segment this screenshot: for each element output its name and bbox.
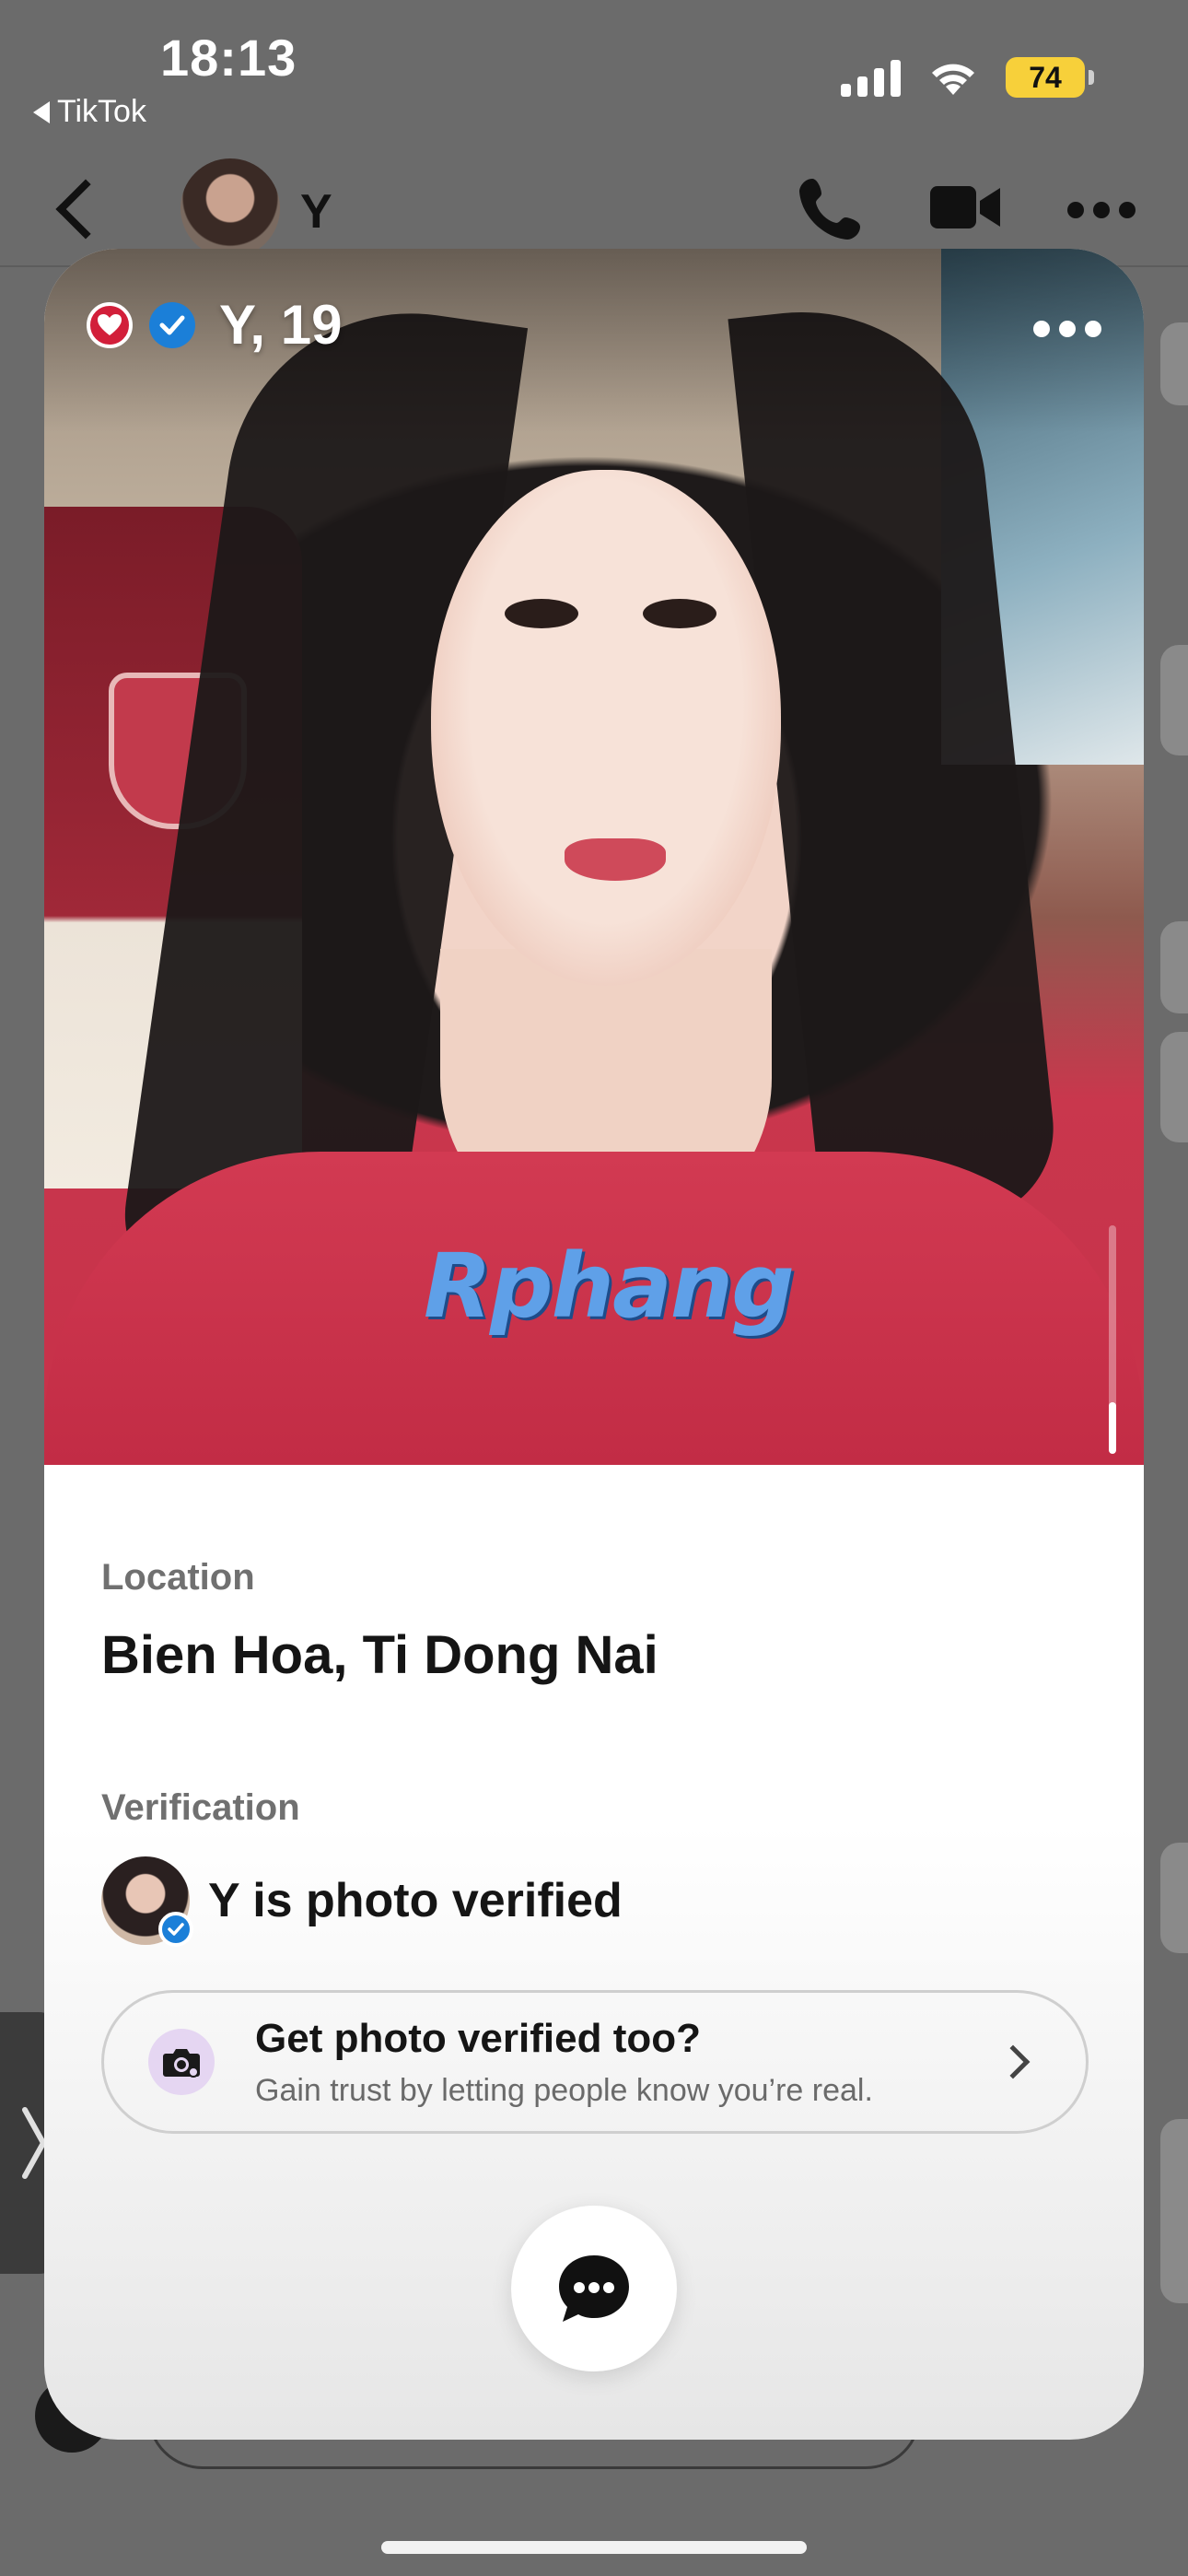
wifi-icon [932,64,974,95]
profile-card: Rphang Y, 19 Location Bien Hoa, Ti Dong … [44,249,1144,2440]
back-app-label: TikTok [57,94,146,129]
phone-icon[interactable] [796,173,866,243]
verified-text: Y is photo verified [208,1874,623,1927]
battery-level: 74 [1029,60,1062,94]
signal-icon [841,58,901,97]
eye-shape [505,599,578,628]
cta-title: Get photo verified too? [255,2015,701,2061]
chat-bubble-peek [1160,322,1188,405]
video-camera-icon[interactable] [930,184,1000,230]
match-heart-icon [87,301,133,348]
chevron-right-icon [996,2044,1031,2079]
chevron-right-icon [22,2107,47,2179]
get-verified-button[interactable]: Get photo verified too? Gain trust by le… [101,1990,1089,2134]
profile-more-icon[interactable] [1033,321,1101,337]
face-shape [431,470,781,986]
verification-section: Verification Y is photo verified [101,1787,623,1947]
back-triangle-icon [33,100,50,123]
chat-bubble-peek [1160,1032,1188,1142]
profile-header: Y, 19 [87,293,342,357]
screen: 18:13 TikTok 74 Y Rphang Y, 19 Location … [0,0,1188,2576]
chat-bubble-peek [1160,921,1188,1013]
message-button[interactable] [511,2206,677,2371]
home-indicator[interactable] [381,2541,807,2554]
verified-check-icon [158,1912,193,1947]
camera-icon [148,2029,215,2095]
chat-bubble-peek [1160,2119,1188,2303]
avatar[interactable] [181,158,280,258]
cta-subtitle: Gain trust by letting people know you’re… [255,2072,873,2108]
verified-row: Y is photo verified [101,1856,623,1947]
avatar [101,1856,193,1947]
location-label: Location [101,1557,255,1598]
battery-indicator: 74 [1006,57,1094,98]
location-section: Location Bien Hoa, Ti Dong Nai [101,1557,658,1686]
chat-bubble-peek [1160,1843,1188,1953]
chat-bubble-icon [559,2255,629,2322]
cta-text: Get photo verified too? Gain trust by le… [255,2016,873,2109]
photo-scroll-thumb[interactable] [1109,1402,1116,1454]
chevron-left-icon[interactable] [55,179,116,240]
profile-photo[interactable]: Rphang [44,249,1144,1465]
verification-label: Verification [101,1787,300,1828]
verified-check-icon [149,301,195,348]
more-horizontal-icon[interactable] [1066,201,1136,219]
status-indicators: 74 [841,57,1094,98]
lips-shape [565,838,666,881]
chat-contact-name[interactable]: Y [300,184,332,240]
watermark-text: Rphang [424,1235,795,1338]
chat-bubble-peek [1160,645,1188,755]
back-to-app-link[interactable]: TikTok [33,94,146,130]
profile-name-age: Y, 19 [219,294,343,356]
eye-shape [643,599,716,628]
location-value: Bien Hoa, Ti Dong Nai [101,1625,658,1685]
status-time: 18:13 [160,29,297,87]
